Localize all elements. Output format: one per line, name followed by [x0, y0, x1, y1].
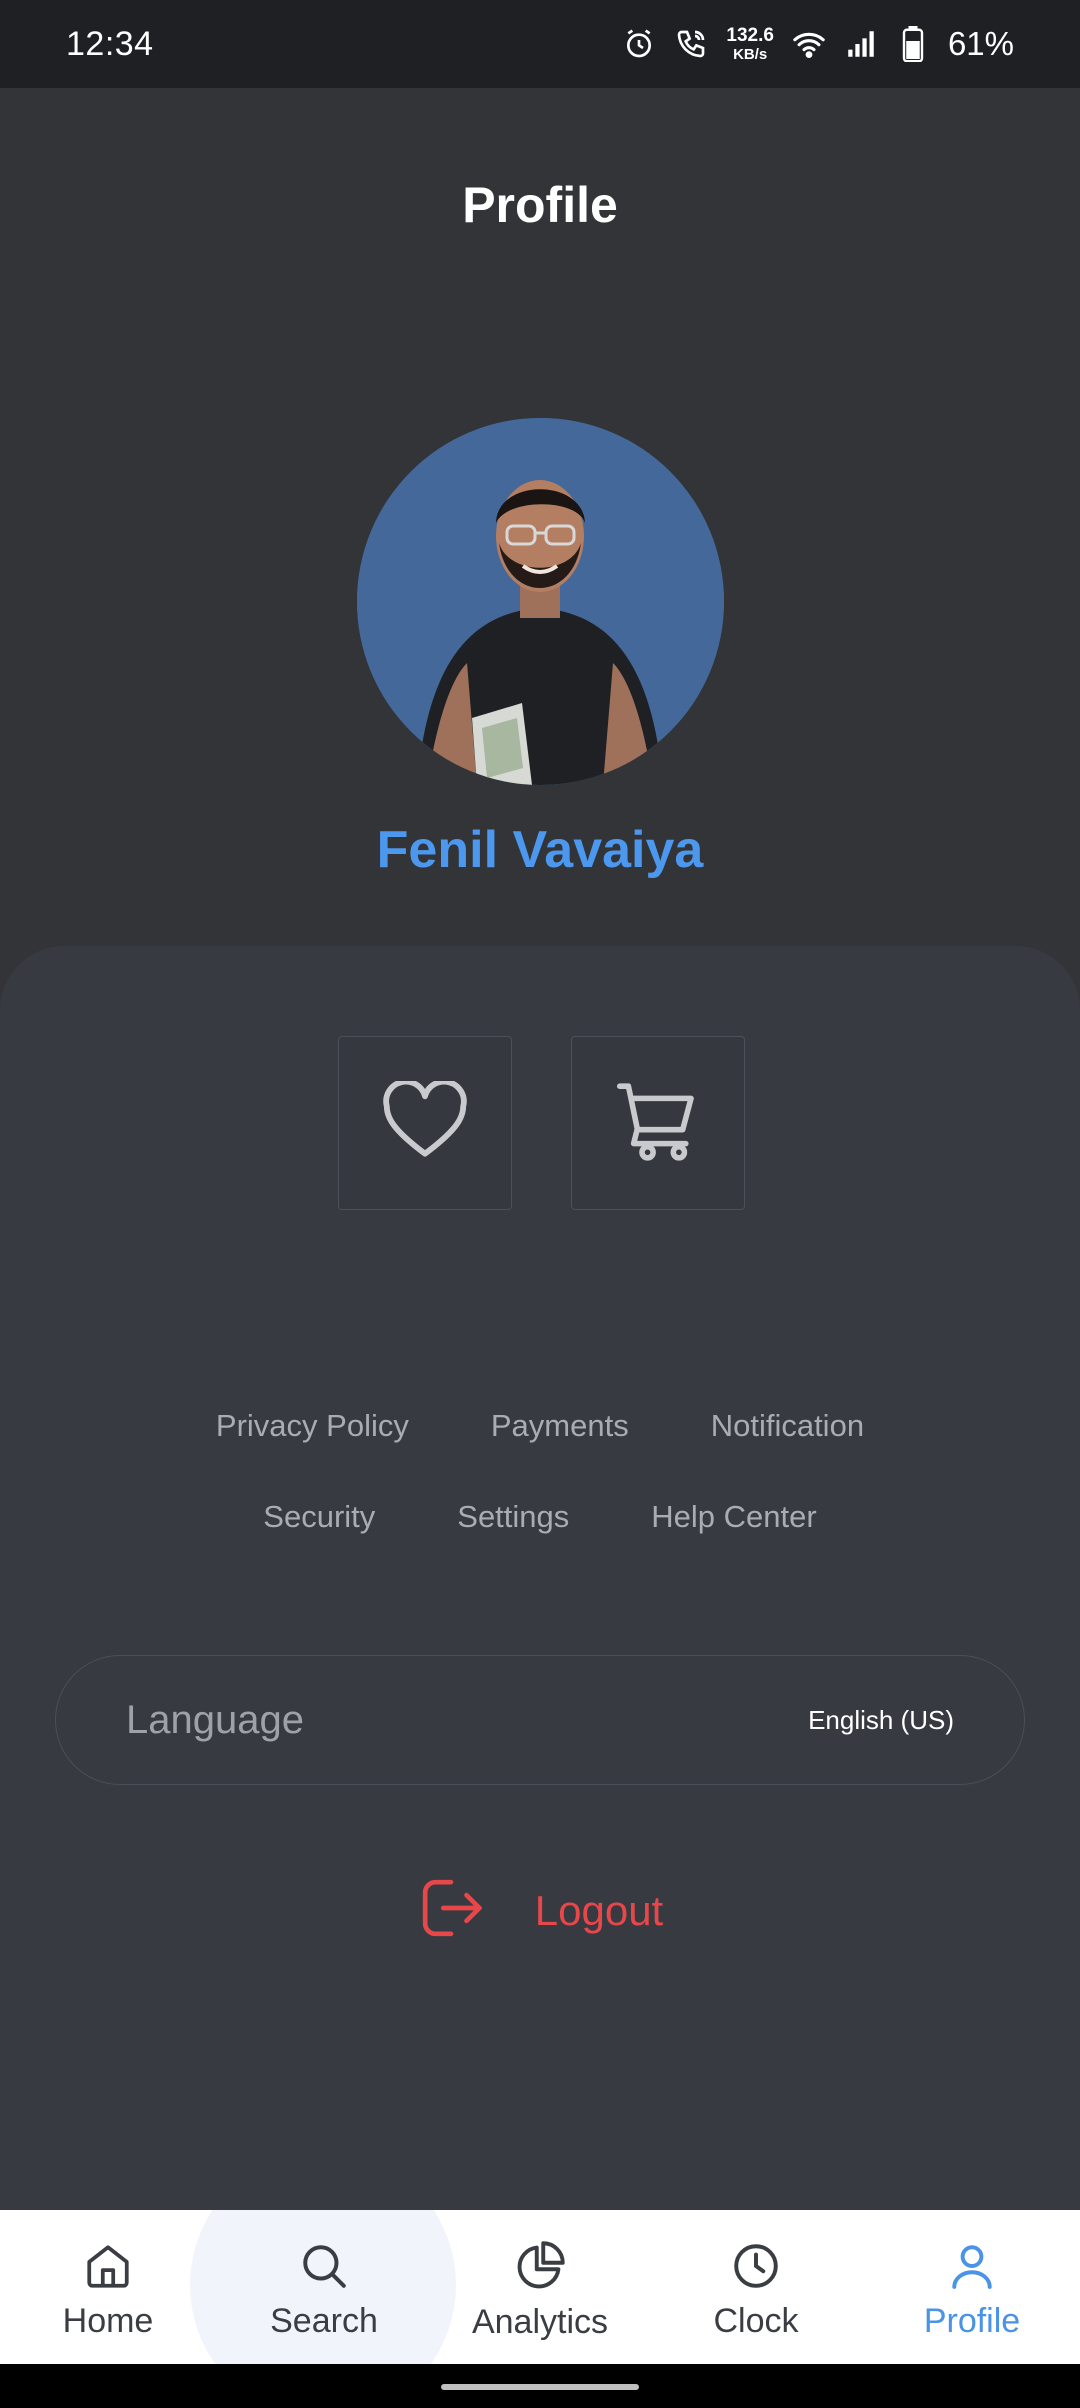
nav-profile-label: Profile	[923, 2302, 1021, 2340]
nav-home[interactable]: Home	[0, 2210, 216, 2364]
home-icon	[83, 2241, 133, 2296]
nav-profile[interactable]: Profile	[864, 2210, 1080, 2364]
system-gesture-bar	[0, 2364, 1080, 2408]
language-label: Language	[126, 1697, 304, 1742]
help-center-link[interactable]: Help Center	[651, 1499, 816, 1535]
battery-icon	[896, 26, 930, 62]
logout-icon	[417, 1877, 485, 1944]
cart-button[interactable]	[571, 1036, 745, 1210]
security-link[interactable]: Security	[263, 1499, 375, 1535]
privacy-policy-link[interactable]: Privacy Policy	[216, 1408, 409, 1444]
nav-search-label: Search	[270, 2302, 378, 2340]
net-speed-unit: KB/s	[733, 46, 768, 63]
net-speed-value: 132.6	[726, 25, 774, 46]
settings-link[interactable]: Settings	[457, 1499, 569, 1535]
user-name: Fenil Vavaiya	[376, 821, 704, 879]
bottom-navigation: Home Search Analytics Clock Profile	[0, 2210, 1080, 2364]
page-title: Profile	[462, 177, 618, 233]
language-value: English (US)	[808, 1704, 954, 1735]
pie-chart-icon	[514, 2240, 566, 2297]
logout-label: Logout	[534, 1886, 664, 1934]
signal-icon	[844, 27, 878, 61]
status-bar: 12:34 132.6 KB/s 61%	[0, 0, 1080, 88]
search-icon	[299, 2241, 349, 2296]
person-icon	[947, 2241, 997, 2296]
status-time: 12:34	[66, 24, 154, 63]
nav-clock-label: Clock	[713, 2302, 799, 2340]
links-row-1: Privacy Policy Payments Notification	[0, 1408, 1080, 1444]
links-row-2: Security Settings Help Center	[0, 1499, 1080, 1535]
network-speed: 132.6 KB/s	[726, 26, 774, 62]
payments-link[interactable]: Payments	[491, 1408, 629, 1444]
avatar-photo	[357, 418, 724, 785]
cart-icon	[616, 1081, 700, 1166]
nav-analytics[interactable]: Analytics	[432, 2210, 648, 2364]
alarm-icon	[622, 27, 656, 61]
language-selector[interactable]: Language English (US)	[55, 1655, 1025, 1785]
favorites-button[interactable]	[338, 1036, 512, 1210]
gesture-handle[interactable]	[441, 2384, 639, 2390]
clock-icon	[731, 2241, 781, 2296]
nav-home-label: Home	[62, 2302, 154, 2340]
notification-link[interactable]: Notification	[711, 1408, 864, 1444]
avatar[interactable]	[357, 418, 724, 785]
heart-icon	[381, 1078, 469, 1166]
profile-options-card	[0, 946, 1080, 2210]
nav-clock[interactable]: Clock	[648, 2210, 864, 2364]
status-icons: 132.6 KB/s 61%	[622, 25, 1014, 63]
nav-search[interactable]: Search	[216, 2210, 432, 2364]
battery-percent: 61%	[947, 25, 1014, 62]
logout-button[interactable]: Logout	[0, 1877, 1080, 1944]
wifi-call-icon	[674, 27, 708, 61]
wifi-icon	[792, 27, 826, 61]
nav-analytics-label: Analytics	[471, 2303, 609, 2341]
